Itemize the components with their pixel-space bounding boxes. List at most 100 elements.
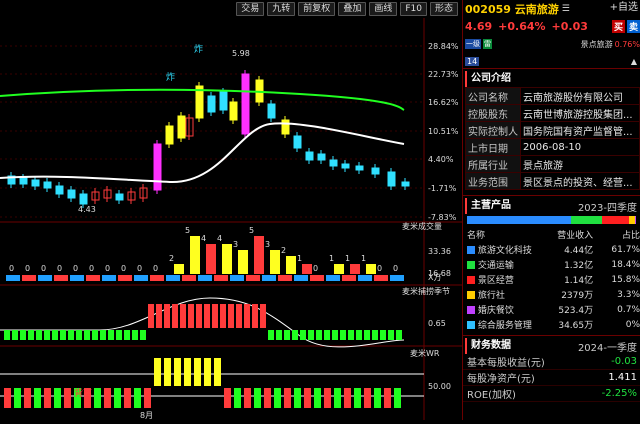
zha-marker-2: 炸 xyxy=(166,71,175,83)
season-bar xyxy=(388,330,394,340)
season-bar xyxy=(68,330,74,340)
product-share: 18.4% xyxy=(611,259,640,270)
share-segment xyxy=(571,216,603,224)
product-revenue: 34.65万 xyxy=(558,321,594,331)
season-bar xyxy=(364,330,370,340)
volume-count-label: 5 xyxy=(249,226,254,235)
kline-chart-area[interactable]: 0 0 0 0 0 0 0 0 0 0 2 5 4 4 3 5 3 2 1 0 1 1 1 0 0 28.84% 22.73% 16… xyxy=(0,18,462,420)
candle-body xyxy=(207,95,216,113)
wr-bar xyxy=(234,388,241,408)
toolbar-button-draw-line[interactable]: 画线 xyxy=(369,2,398,16)
volume-base-bar xyxy=(374,275,388,281)
finance-key: ROE(加权) xyxy=(467,390,516,401)
wr-bar xyxy=(354,388,361,408)
finance-row: ROE(加权) -2.25% xyxy=(463,386,640,402)
wr-bar xyxy=(24,388,31,408)
info-value: 国务院国有资产监督管... xyxy=(520,121,640,139)
price-tick-label: 22.73% xyxy=(428,70,459,79)
candle-body xyxy=(115,193,124,201)
product-share: 0.7% xyxy=(617,304,640,315)
wr-bar xyxy=(344,388,351,408)
thunder-tag: 雷 xyxy=(483,39,492,49)
info-key: 所属行业 xyxy=(465,155,521,173)
sector-row: 一级 雷 景点旅游 0.76% xyxy=(463,34,640,54)
products-period-select[interactable]: 2023-四季度 xyxy=(578,199,640,214)
products-section-title: 主营产品 xyxy=(465,198,511,214)
wr-bar xyxy=(94,388,101,408)
kline-chart-svg[interactable]: 0 0 0 0 0 0 0 0 0 0 2 5 4 4 3 5 3 2 1 0 1 1 1 0 0 28.84% 22.73% 16… xyxy=(0,18,462,420)
info-key: 上市日期 xyxy=(465,138,521,156)
volume-count-label: 0 xyxy=(137,264,142,273)
collapse-icon[interactable]: ▲ xyxy=(631,57,640,66)
season-bar xyxy=(140,330,146,340)
wr-bar xyxy=(194,358,201,386)
candle-body xyxy=(177,115,186,139)
season-bar xyxy=(340,330,346,340)
price-tick-label: 28.84% xyxy=(428,42,459,51)
season-bar xyxy=(36,330,42,340)
stock-title: 002059 云南旅游 xyxy=(465,3,559,16)
share-segment xyxy=(602,216,630,224)
wr-bar xyxy=(394,388,401,408)
volume-base-bar xyxy=(86,275,100,281)
stock-info-panel: 002059 云南旅游 ☰ +自选 4.69 +0.64% +0.03 买 卖 … xyxy=(462,0,640,420)
season-bar xyxy=(252,304,258,328)
high-price-label: 5.98 xyxy=(232,49,250,58)
buy-button[interactable]: 买 xyxy=(611,19,625,33)
sector-name[interactable]: 景点旅游 xyxy=(581,39,613,50)
price-tick-label: 10.51% xyxy=(428,127,459,136)
wr-bar xyxy=(14,388,21,408)
info-key: 实际控制人 xyxy=(465,121,521,139)
header-revenue: 营业收入 xyxy=(557,231,594,241)
candle-body xyxy=(305,151,314,161)
sell-button[interactable]: 卖 xyxy=(626,19,640,33)
volume-bar xyxy=(222,244,232,274)
wr-bar xyxy=(144,388,151,408)
wr-bar xyxy=(304,388,311,408)
toolbar-button-pattern[interactable]: 形态 xyxy=(429,2,458,16)
toolbar-button-overlay[interactable]: 叠加 xyxy=(338,2,367,16)
volume-base-bar xyxy=(198,275,212,281)
product-share: 15.8% xyxy=(611,274,640,285)
volume-base-bar xyxy=(166,275,180,281)
toolbar-button-nine-turn[interactable]: 九转 xyxy=(267,2,296,16)
season-bar xyxy=(180,304,186,328)
season-bar xyxy=(228,304,234,328)
toolbar-button-f10[interactable]: F10 xyxy=(400,2,427,16)
menu-icon[interactable]: ☰ xyxy=(562,4,570,14)
volume-bar xyxy=(238,250,248,274)
price-tick-label: -1.71% xyxy=(428,184,457,193)
divergence-label: 背离 xyxy=(74,387,92,399)
product-share: 3.3% xyxy=(617,289,640,300)
season-bar xyxy=(380,330,386,340)
add-favorite-button[interactable]: +自选 xyxy=(608,3,640,15)
wr-bar xyxy=(34,388,41,408)
chart-toolbar: 交易 九转 前复权 叠加 画线 F10 形态 xyxy=(0,0,462,18)
product-row: 婚庆餐饮 523.4万 0.7% xyxy=(463,302,640,317)
finance-key: 每股净资产(元) xyxy=(467,374,535,385)
season-bar xyxy=(308,330,314,340)
volume-bar xyxy=(190,236,200,274)
candle-body xyxy=(219,91,228,111)
wr-bar xyxy=(114,388,121,408)
candle-body xyxy=(67,189,76,199)
sector-pct: 0.76% xyxy=(614,39,640,49)
share-segment xyxy=(634,216,636,224)
volume-count-label: 1 xyxy=(345,254,350,263)
season-bar xyxy=(92,330,98,340)
product-color-swatch xyxy=(467,275,475,284)
finance-section-title: 财务数据 xyxy=(465,338,511,354)
toolbar-button-forward-adjust[interactable]: 前复权 xyxy=(298,2,336,16)
wr-bar xyxy=(164,358,171,386)
info-key: 控股股东 xyxy=(465,104,521,122)
wr-bar xyxy=(214,358,221,386)
change-pct: +0.64% xyxy=(498,19,546,33)
wr-bar xyxy=(174,358,181,386)
season-bar xyxy=(84,330,90,340)
toolbar-button-trade[interactable]: 交易 xyxy=(236,2,265,16)
season-bar xyxy=(268,330,274,340)
company-section-title: 公司介绍 xyxy=(465,71,640,87)
finance-row: 基本每股收益(元) -0.03 xyxy=(463,354,640,370)
finance-period-select[interactable]: 2024-一季度 xyxy=(578,339,640,354)
season-bar xyxy=(372,330,378,340)
